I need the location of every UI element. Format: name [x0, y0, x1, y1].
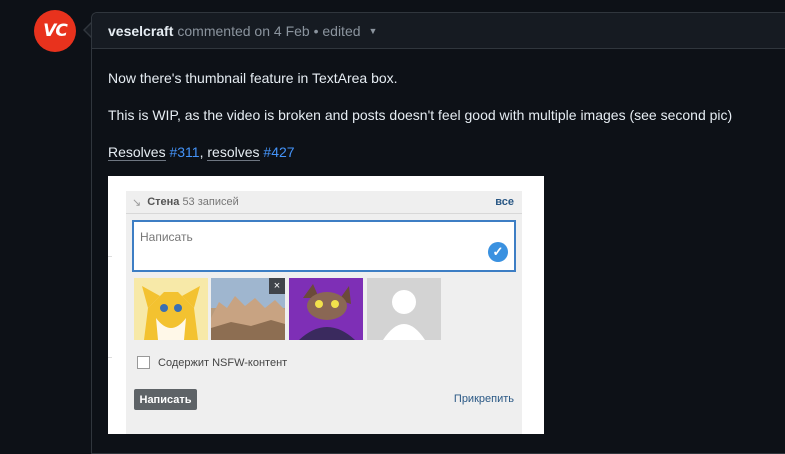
thumbnail-placeholder-avatar: [367, 278, 441, 340]
thumbnail-fox-image: [134, 278, 208, 340]
wall-count: 53 записей: [182, 196, 239, 208]
wall-title: Стена: [147, 196, 180, 208]
wall-all-link: все: [495, 196, 514, 208]
issue-link-311[interactable]: #311: [169, 144, 199, 160]
wall-arrow-icon: ↘: [132, 196, 142, 209]
textarea-placeholder: Написать: [140, 230, 193, 244]
paragraph-resolves: Resolves #311, resolves #427: [108, 142, 295, 162]
edit-history-caret-icon[interactable]: ▼: [369, 26, 378, 36]
submit-post-button: Написать: [134, 389, 197, 410]
post-textarea: Написать ✓: [132, 220, 516, 272]
wall-panel: ↘ Стена 53 записей все Написать ✓ × Соде…: [126, 191, 522, 434]
comment-header: veselcraft commented on 4 Feb • edited ▼: [92, 13, 785, 49]
attach-link: Прикрепить: [453, 393, 514, 405]
paragraph-wip: This is WIP, as the video is broken and …: [108, 107, 733, 123]
comment-meta[interactable]: commented on 4 Feb • edited: [177, 23, 360, 39]
remove-thumbnail-icon: ×: [269, 278, 285, 294]
paragraph-thumbnail: Now there's thumbnail feature in TextAre…: [108, 70, 398, 86]
issue-link-427[interactable]: #427: [263, 144, 294, 160]
resolves-label-2: resolves: [207, 144, 260, 161]
thumbnail-character-image: [289, 278, 363, 340]
nsfw-option: Содержит NSFW-контент: [137, 356, 287, 369]
check-icon: ✓: [488, 242, 508, 262]
wall-header: ↘ Стена 53 записей все: [126, 191, 522, 214]
avatar[interactable]: VC: [34, 10, 76, 52]
nsfw-label: Содержит NSFW-контент: [158, 356, 288, 369]
screenshot-left-edge: [108, 256, 112, 358]
nsfw-checkbox: [137, 356, 150, 369]
embedded-screenshot[interactable]: ↘ Стена 53 записей все Написать ✓ × Соде…: [108, 176, 544, 434]
author-link[interactable]: veselcraft: [108, 23, 173, 39]
resolves-label-1: Resolves: [108, 144, 166, 161]
thumbnail-landscape-image: ×: [211, 278, 285, 340]
avatar-logo: VC: [43, 21, 68, 41]
